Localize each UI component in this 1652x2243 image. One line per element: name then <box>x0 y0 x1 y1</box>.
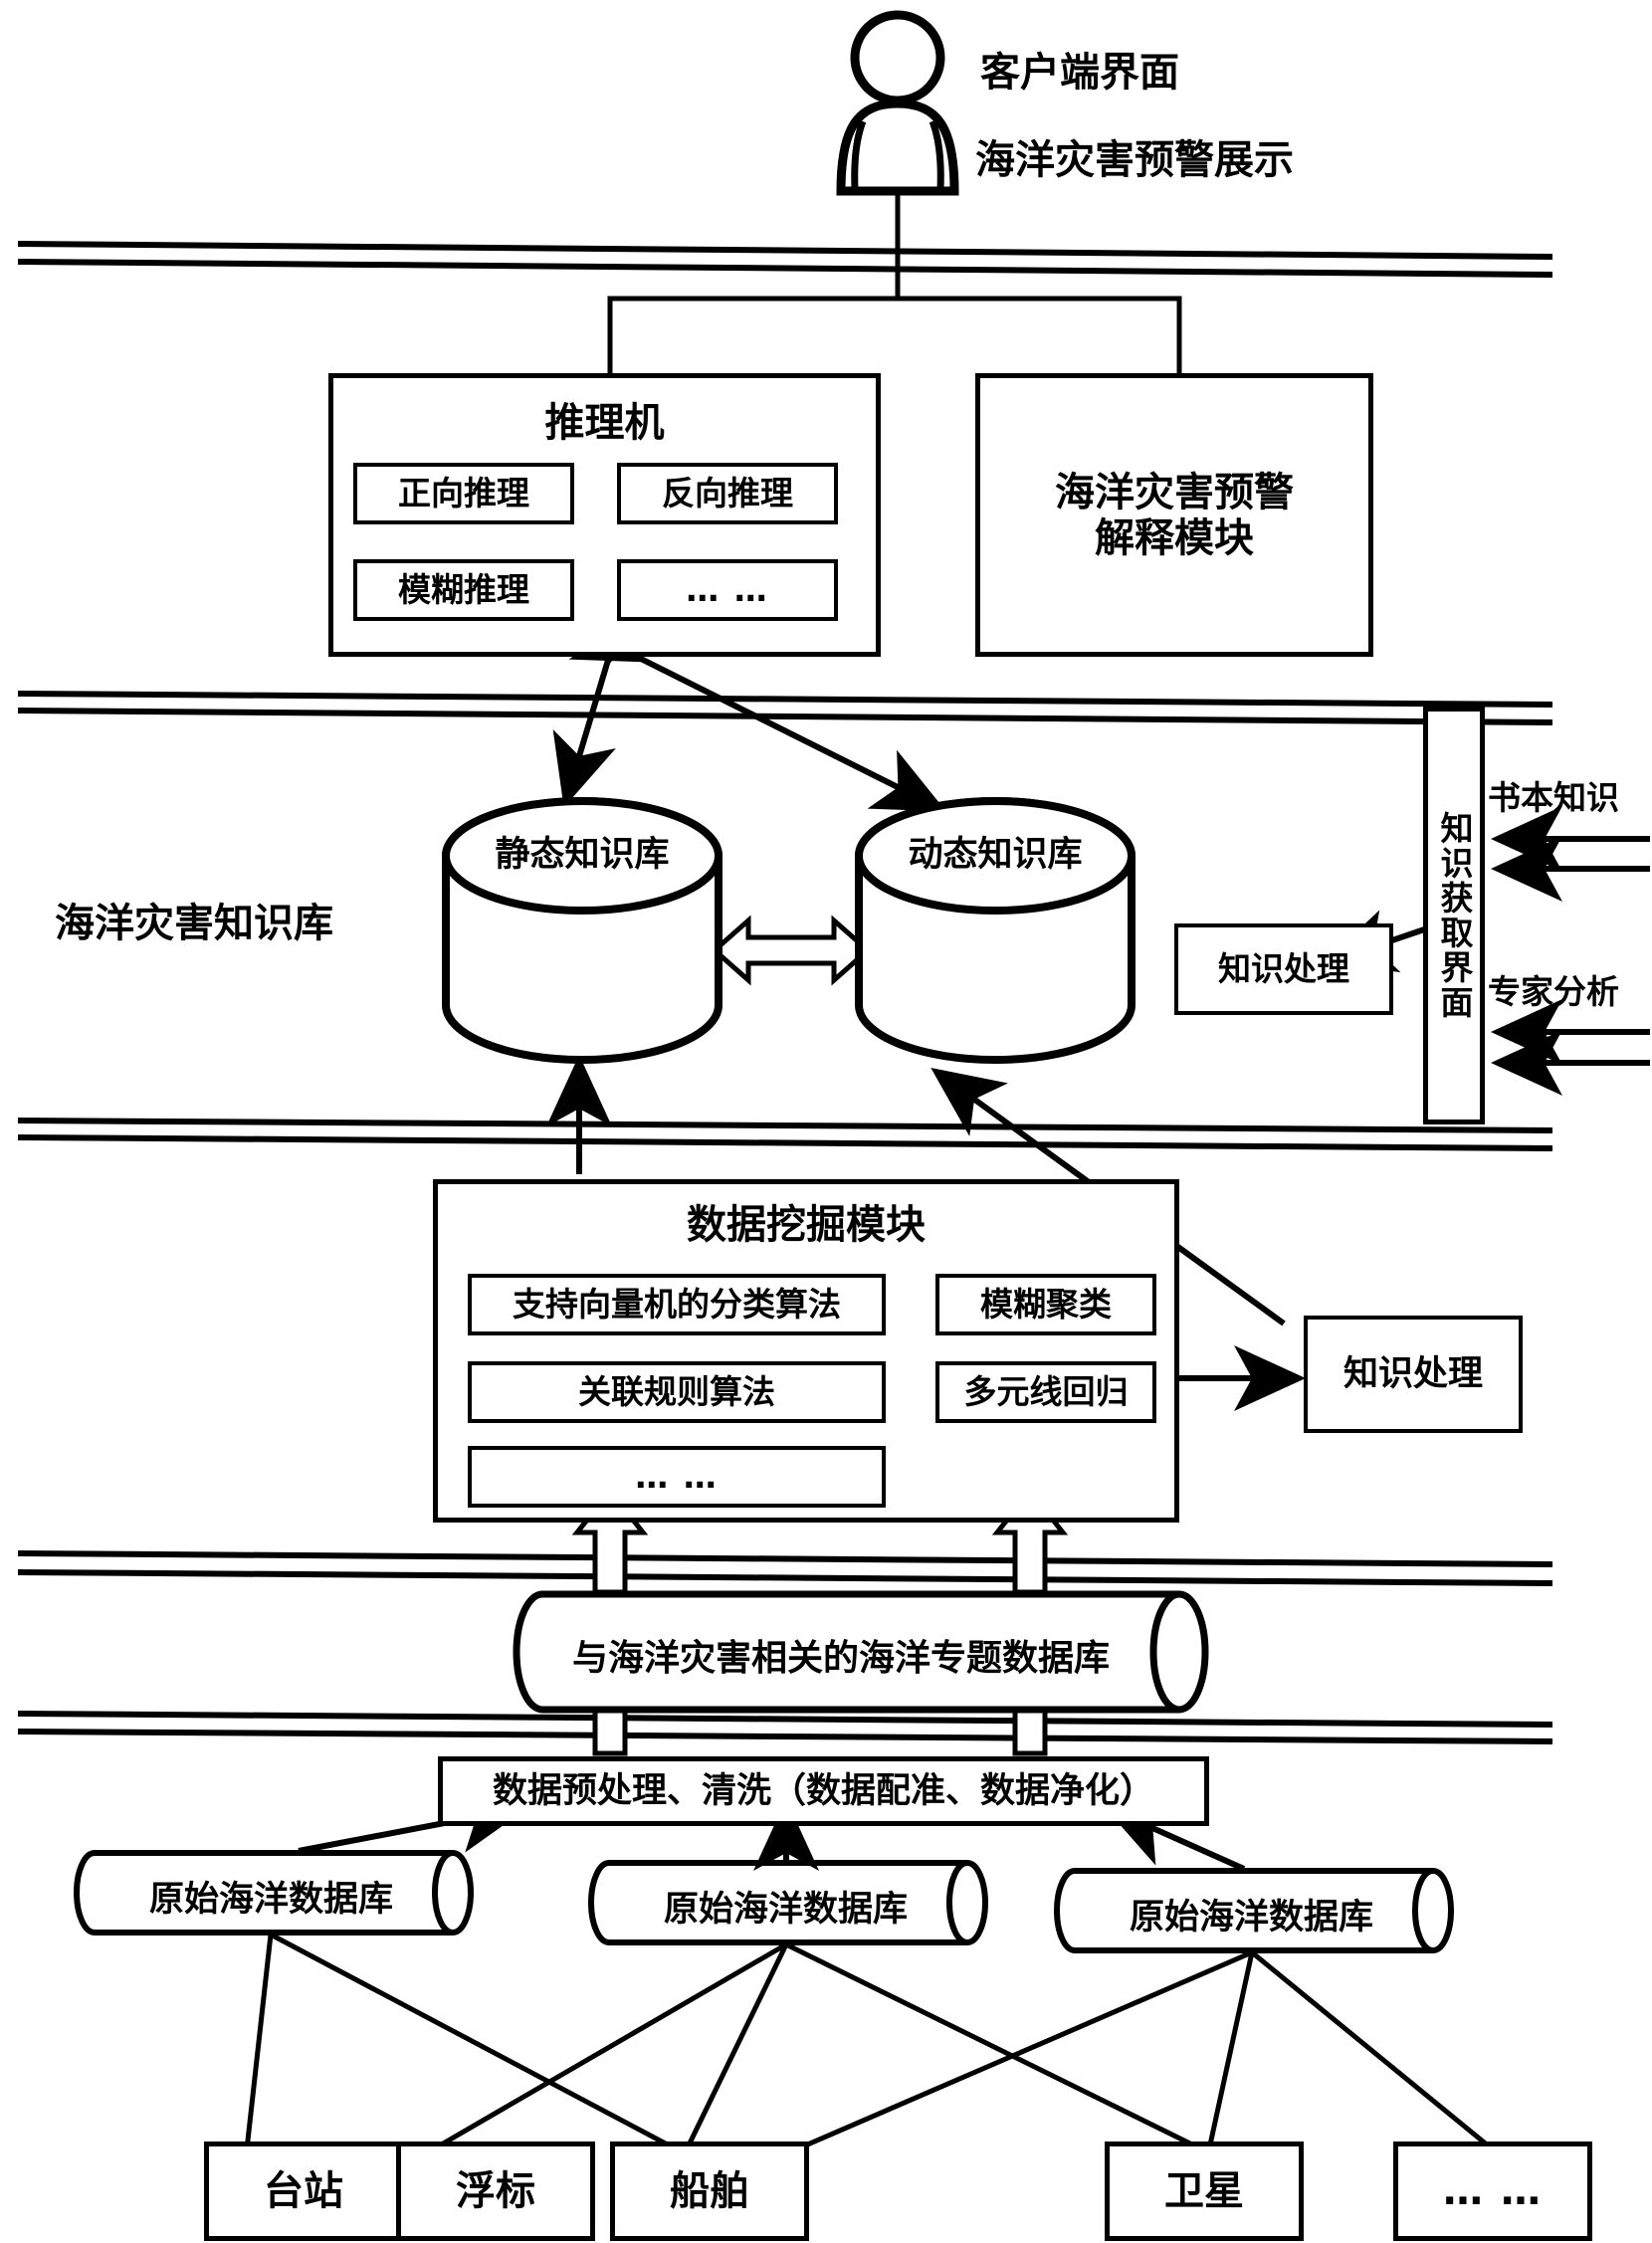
source-box-more[interactable]: … … <box>1393 2141 1592 2241</box>
source-box-station[interactable]: 台站 <box>204 2141 403 2241</box>
section-divider-3 <box>17 1118 1553 1151</box>
explanation-module-box[interactable]: 海洋灾害预警 解释模块 <box>975 373 1373 657</box>
section-divider-1 <box>17 241 1553 278</box>
source-box-ship[interactable]: 船舶 <box>610 2141 809 2241</box>
inference-item-more[interactable]: … … <box>617 559 838 621</box>
client-title-line1: 客户端界面 <box>980 50 1179 96</box>
thematic-database-label: 与海洋灾害相关的海洋专题数据库 <box>571 1638 1110 1679</box>
inference-item-fuzzy[interactable]: 模糊推理 <box>353 559 574 621</box>
section-divider-5 <box>17 1711 1553 1744</box>
static-knowledge-base-label: 静态知识库 <box>495 835 670 875</box>
dynamic-knowledge-base-label: 动态知识库 <box>908 835 1083 875</box>
explanation-module-line1: 海洋灾害预警 <box>1055 469 1294 515</box>
preprocess-box[interactable]: 数据预处理、清洗（数据配准、数据净化） <box>438 1756 1209 1826</box>
inference-item-backward[interactable]: 反向推理 <box>617 463 838 524</box>
mining-item-fuzzy-clustering[interactable]: 模糊聚类 <box>935 1274 1156 1335</box>
knowledge-base-layer-label: 海洋灾害知识库 <box>55 901 333 946</box>
source-box-buoy[interactable]: 浮标 <box>396 2141 595 2241</box>
knowledge-acquisition-interface-box[interactable]: 知识获取界面 <box>1423 707 1485 1124</box>
expert-analysis-arrows <box>1491 999 1650 1096</box>
knowledge-processing-kb-box[interactable]: 知识处理 <box>1174 923 1393 1015</box>
mining-item-svm[interactable]: 支持向量机的分类算法 <box>468 1274 886 1335</box>
data-mining-module-title: 数据挖掘模块 <box>687 1202 926 1248</box>
client-bus-connector <box>607 296 1182 373</box>
source-box-satellite[interactable]: 卫星 <box>1105 2141 1304 2241</box>
architecture-diagram: 客户端界面 海洋灾害预警展示 推理机 正向推理 反向推理 模糊推理 … … 海洋… <box>0 0 1652 2243</box>
client-title-line2: 海洋灾害预警展示 <box>975 137 1294 183</box>
mining-item-association-rules[interactable]: 关联规则算法 <box>468 1361 886 1423</box>
mining-item-multiple-regression[interactable]: 多元线回归 <box>935 1361 1156 1423</box>
section-divider-2 <box>17 691 1553 725</box>
inference-engine-title: 推理机 <box>544 400 665 446</box>
raw-database-label-1: 原始海洋数据库 <box>148 1880 393 1920</box>
engine-static-kb-arrow <box>552 590 658 808</box>
mining-item-more[interactable]: … … <box>468 1446 886 1508</box>
book-knowledge-arrows <box>1491 806 1650 902</box>
raw-database-label-3: 原始海洋数据库 <box>1129 1898 1373 1937</box>
user-person-icon <box>836 10 959 196</box>
section-divider-4 <box>17 1550 1553 1586</box>
kb-exchange-arrow <box>711 915 872 986</box>
expert-analysis-label: 专家分析 <box>1488 972 1619 1011</box>
explanation-module-line2: 解释模块 <box>1095 514 1254 561</box>
raw-database-label-2: 原始海洋数据库 <box>663 1890 908 1930</box>
knowledge-acquisition-interface-label: 知识获取界面 <box>1434 811 1474 1020</box>
engine-dynamic-kb-arrow <box>568 600 946 812</box>
inference-item-forward[interactable]: 正向推理 <box>353 463 574 524</box>
source-to-rawdb-lines <box>244 1932 1495 2152</box>
book-knowledge-label: 书本知识 <box>1488 778 1619 817</box>
knowledge-processing-mining-box[interactable]: 知识处理 <box>1304 1316 1523 1433</box>
